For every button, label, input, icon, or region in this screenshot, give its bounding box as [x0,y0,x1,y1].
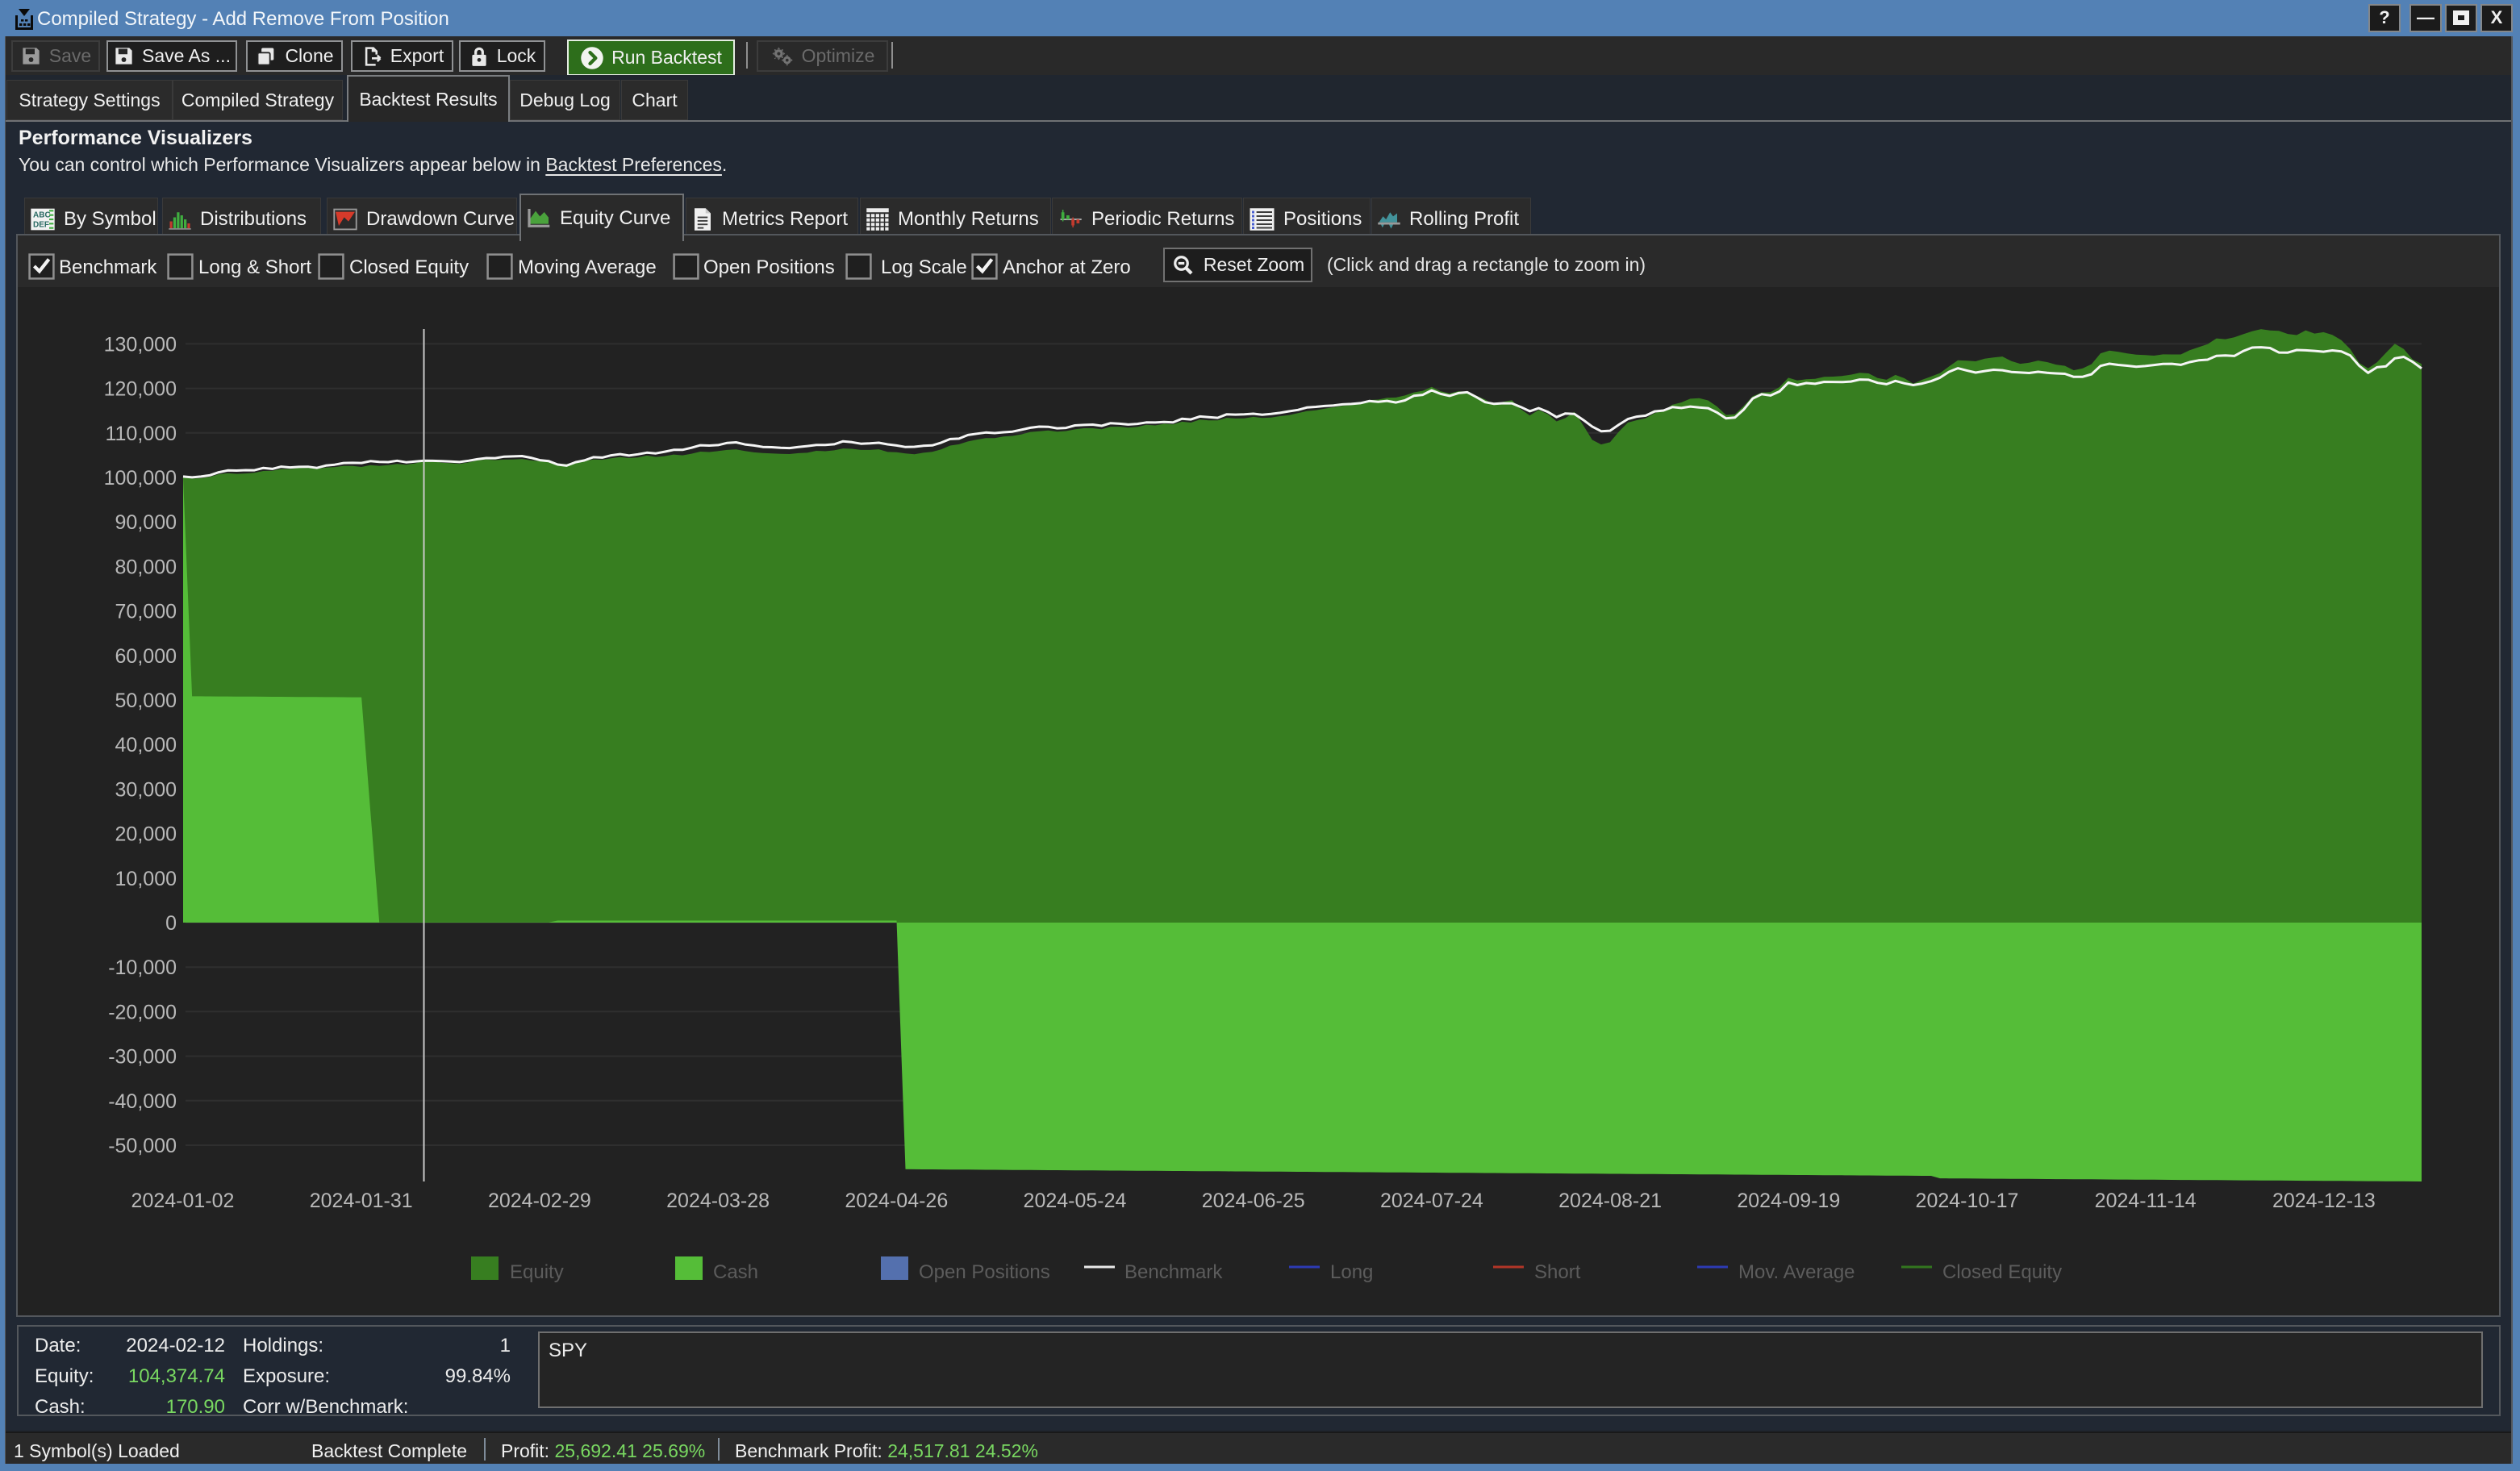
svg-text:2024-01-31: 2024-01-31 [310,1190,413,1212]
svg-text:-20,000: -20,000 [108,1001,177,1023]
svg-text:90,000: 90,000 [115,511,177,534]
svg-text:100,000: 100,000 [104,467,177,490]
svg-text:20,000: 20,000 [115,823,177,846]
svg-text:10,000: 10,000 [115,868,177,890]
svg-text:2024-09-19: 2024-09-19 [1737,1190,1840,1212]
svg-text:Short: Short [1534,1261,1581,1283]
svg-text:ABC: ABC [33,210,51,219]
svg-text:2024-04-26: 2024-04-26 [845,1190,948,1212]
svg-text:2024-08-21: 2024-08-21 [1558,1190,1662,1212]
svg-text:40,000: 40,000 [115,734,177,756]
svg-text:130,000: 130,000 [104,333,177,356]
svg-text:2024-01-02: 2024-01-02 [131,1190,235,1212]
svg-text:2024-06-25: 2024-06-25 [1202,1190,1305,1212]
svg-text:2024-10-17: 2024-10-17 [1916,1190,2019,1212]
svg-text:2024-12-13: 2024-12-13 [2272,1190,2376,1212]
svg-text:2024-02-29: 2024-02-29 [488,1190,591,1212]
svg-text:Closed Equity: Closed Equity [1942,1261,2062,1283]
svg-text:Long: Long [1330,1261,1373,1283]
svg-text:2024-11-14: 2024-11-14 [2095,1190,2197,1212]
svg-text:50,000: 50,000 [115,690,177,712]
svg-text:120,000: 120,000 [104,378,177,401]
svg-text:-10,000: -10,000 [108,956,177,979]
svg-text:0: 0 [165,912,177,935]
svg-text:Cash: Cash [713,1261,758,1283]
svg-text:2024-03-28: 2024-03-28 [666,1190,770,1212]
svg-text:Open Positions: Open Positions [919,1261,1050,1283]
svg-text:30,000: 30,000 [115,778,177,801]
svg-text:110,000: 110,000 [105,423,177,445]
svg-text:Benchmark: Benchmark [1124,1261,1223,1283]
svg-text:-50,000: -50,000 [108,1135,177,1157]
svg-text:70,000: 70,000 [115,601,177,623]
svg-text:Mov. Average: Mov. Average [1738,1261,1855,1283]
svg-text:2024-05-24: 2024-05-24 [1024,1190,1127,1212]
svg-text:Equity: Equity [510,1261,564,1283]
svg-text:-30,000: -30,000 [108,1046,177,1069]
svg-text:-40,000: -40,000 [108,1090,177,1113]
svg-text:DEF: DEF [33,220,49,229]
svg-text:80,000: 80,000 [115,556,177,578]
svg-text:2024-07-24: 2024-07-24 [1380,1190,1483,1212]
svg-text:60,000: 60,000 [115,645,177,668]
